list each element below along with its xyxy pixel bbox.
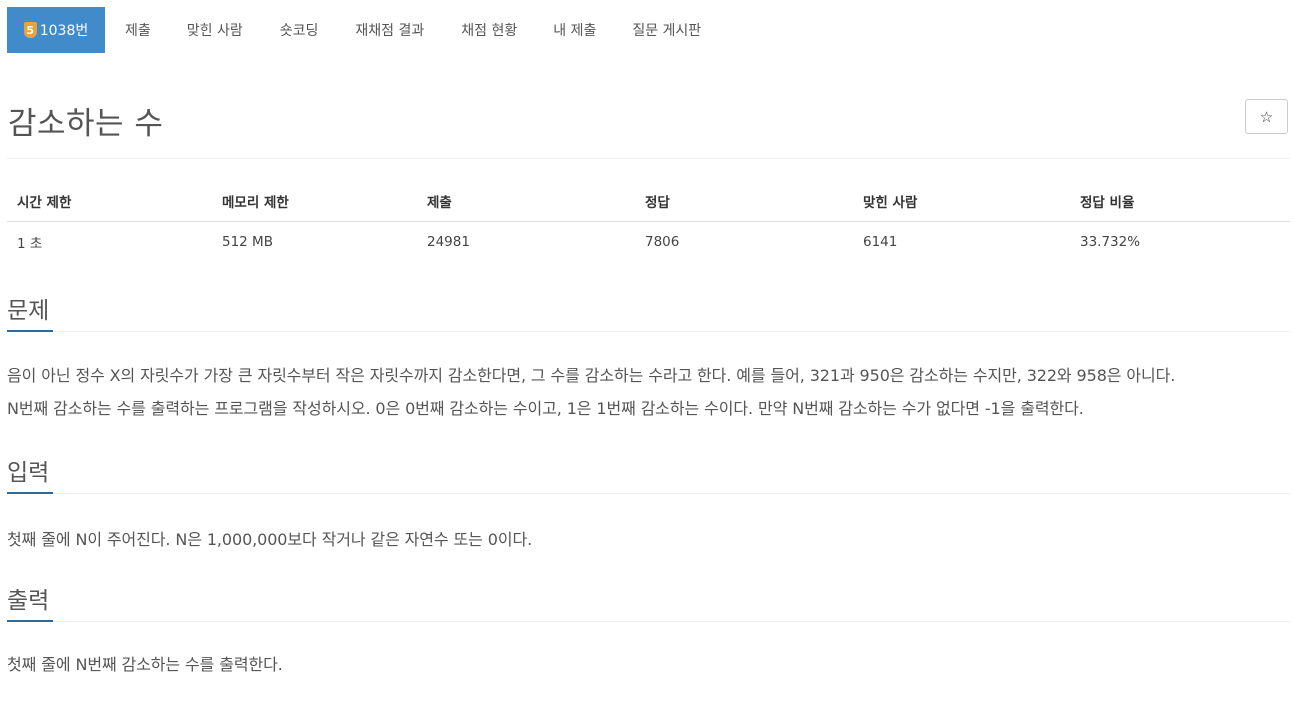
- section-divider: [7, 492, 1290, 494]
- nav-question-board[interactable]: 질문 게시판: [632, 7, 701, 53]
- nav-rejudge-results[interactable]: 재채점 결과: [355, 7, 424, 53]
- time-limit-value: 1 초: [17, 236, 43, 252]
- header-time-limit: 시간 제한: [7, 181, 212, 222]
- section-divider: [7, 330, 1290, 332]
- nav-my-submissions[interactable]: 내 제출: [553, 7, 596, 53]
- problem-page: 5 1038번 제출 맞힌 사람 숏코딩 재채점 결과 채점 현황 내 제출 질…: [0, 0, 1294, 704]
- section-output: 출력 첫째 줄에 N번째 감소하는 수를 출력한다.: [7, 584, 1290, 679]
- section-accent-bar: [7, 620, 53, 622]
- solved-users-value: 6141: [863, 234, 898, 250]
- problem-info-table: 시간 제한 메모리 제한 제출 정답 맞힌 사람 정답 비율 1 초 512 M…: [7, 181, 1290, 262]
- nav-judge-status[interactable]: 채점 현황: [461, 7, 517, 53]
- info-header-row: 시간 제한 메모리 제한 제출 정답 맞힌 사람 정답 비율: [7, 181, 1290, 222]
- section-accent-bar: [7, 492, 53, 494]
- section-heading-problem: 문제: [7, 298, 50, 324]
- problem-description-line: 음이 아닌 정수 X의 자릿수가 가장 큰 자릿수부터 작은 자릿수까지 감소한…: [7, 366, 1176, 385]
- title-divider: [7, 158, 1290, 159]
- memory-limit-value: 512 MB: [222, 234, 273, 250]
- section-divider: [7, 620, 1290, 622]
- star-icon: ☆: [1259, 107, 1274, 126]
- problem-description-line: N번째 감소하는 수를 출력하는 프로그램을 작성하시오. 0은 0번째 감소하…: [7, 399, 1084, 418]
- problem-nav: 5 1038번 제출 맞힌 사람 숏코딩 재채점 결과 채점 현황 내 제출 질…: [7, 7, 701, 53]
- nav-solved-users[interactable]: 맞힌 사람: [187, 7, 243, 53]
- section-heading-input: 입력: [7, 460, 50, 486]
- favorite-star-button[interactable]: ☆: [1245, 99, 1288, 134]
- header-solved-users: 맞힌 사람: [853, 181, 1070, 222]
- nav-short-coding[interactable]: 숏코딩: [280, 7, 319, 53]
- submissions-value: 24981: [427, 234, 470, 250]
- nav-problem-tab[interactable]: 5 1038번: [7, 7, 105, 53]
- accept-ratio-value: 33.732%: [1080, 234, 1141, 250]
- section-problem: 문제 음이 아닌 정수 X의 자릿수가 가장 큰 자릿수부터 작은 자릿수까지 …: [7, 294, 1290, 423]
- page-title: 감소하는 수: [8, 106, 164, 142]
- header-submissions: 제출: [417, 181, 635, 222]
- info-value-row: 1 초 512 MB 24981 7806 6141 33.732%: [7, 222, 1290, 263]
- input-description-line: 첫째 줄에 N이 주어진다. N은 1,000,000보다 작거나 같은 자연수…: [7, 530, 533, 549]
- problem-number: 1038번: [39, 23, 89, 39]
- nav-submit[interactable]: 제출: [125, 7, 151, 53]
- header-accept-ratio: 정답 비율: [1070, 181, 1290, 222]
- section-heading-output: 출력: [7, 588, 50, 614]
- header-memory-limit: 메모리 제한: [212, 181, 417, 222]
- section-input: 입력 첫째 줄에 N이 주어진다. N은 1,000,000보다 작거나 같은 …: [7, 456, 1290, 554]
- header-accepted: 정답: [635, 181, 853, 222]
- output-description-line: 첫째 줄에 N번째 감소하는 수를 출력한다.: [7, 655, 283, 674]
- accepted-value: 7806: [645, 234, 680, 250]
- tier-badge-icon: 5: [23, 22, 37, 38]
- section-accent-bar: [7, 330, 53, 332]
